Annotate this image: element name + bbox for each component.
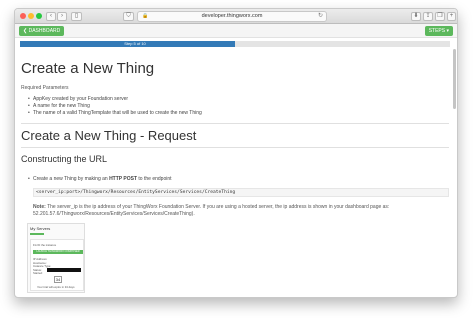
constructing-url-heading: Constructing the URL bbox=[21, 154, 108, 164]
new-tab-icon[interactable]: + bbox=[447, 12, 456, 21]
note-label: Note: bbox=[33, 204, 46, 210]
required-parameters-label: Required Parameters bbox=[21, 85, 69, 91]
share-icon[interactable]: ⇪ bbox=[423, 12, 433, 21]
step-progress-bar: Step 5 of 10 bbox=[20, 41, 450, 47]
list-item: The name of a valid ThingTemplate that w… bbox=[25, 110, 202, 117]
sidebar-icon[interactable]: ▯ bbox=[71, 12, 82, 21]
browser-window: ‹ › ▯ ⛉ 🔒 developer.thingworx.com ↻ ⬇ ⇪ … bbox=[14, 8, 458, 298]
downloads-icon[interactable]: ⬇ bbox=[411, 12, 421, 21]
screenshot-detail: Started: bbox=[33, 271, 43, 275]
section-divider bbox=[21, 123, 449, 124]
screenshot-title: My Servers bbox=[30, 226, 51, 231]
lock-icon: 🔒 bbox=[142, 13, 149, 19]
list-item: A name for the new Thing bbox=[25, 103, 202, 110]
page-title: Create a New Thing bbox=[21, 60, 155, 77]
back-icon[interactable]: ‹ bbox=[46, 12, 56, 21]
screenshot-card-line: Fix ID the instance bbox=[33, 243, 57, 247]
steps-dropdown-button[interactable]: STEPS ▾ bbox=[424, 26, 453, 36]
screenshot-server-card: Fix ID the instance LAUNCH THINGWORX COM… bbox=[30, 239, 84, 291]
screenshot-launch-button: LAUNCH THINGWORX COMPOSER bbox=[33, 250, 83, 254]
address-bar[interactable]: 🔒 developer.thingworx.com ↻ bbox=[137, 11, 327, 22]
http-post-label: HTTP POST bbox=[109, 176, 138, 182]
top-navbar: ❮ DASHBOARD STEPS ▾ bbox=[15, 24, 457, 38]
tabs-icon[interactable]: ❐ bbox=[435, 12, 445, 21]
close-window-button[interactable] bbox=[20, 13, 26, 19]
step-progress-label: Step 5 of 10 bbox=[124, 41, 146, 46]
screenshot-footer: Your trial will expire in 34 days bbox=[37, 285, 75, 289]
page-scrollbar[interactable] bbox=[453, 49, 456, 109]
screenshot-redaction bbox=[47, 268, 81, 272]
forward-icon[interactable]: › bbox=[57, 12, 67, 21]
list-item: AppKey created by your Foundation server bbox=[25, 96, 202, 103]
browser-titlebar: ‹ › ▯ ⛉ 🔒 developer.thingworx.com ↻ ⬇ ⇪ … bbox=[15, 9, 457, 24]
shield-icon[interactable]: ⛉ bbox=[123, 12, 134, 21]
endpoint-code-block: <server_ip:port>/Thingworx/Resources/Ent… bbox=[33, 188, 449, 197]
minimize-window-button[interactable] bbox=[28, 13, 34, 19]
request-section-title: Create a New Thing - Request bbox=[21, 128, 197, 143]
address-url: developer.thingworx.com bbox=[201, 13, 263, 19]
list-item: Create a new Thing by making an HTTP POS… bbox=[25, 176, 449, 183]
required-parameters-list: AppKey created by your Foundation server… bbox=[25, 96, 202, 117]
server-ip-note: Note: The server_ip is the ip address of… bbox=[33, 204, 449, 218]
screenshot-accent-bar bbox=[30, 233, 44, 235]
note-line-2: 52.201.57.6/Thingworx/Resources/EntitySe… bbox=[33, 211, 195, 217]
dashboard-screenshot: My Servers Fix ID the instance LAUNCH TH… bbox=[27, 223, 85, 293]
screenshot-days-count: 34 bbox=[54, 276, 62, 283]
maximize-window-button[interactable] bbox=[36, 13, 42, 19]
note-line-1: The server_ip is the ip address of your … bbox=[45, 204, 390, 210]
endpoint-text-suffix: to the endpoint bbox=[137, 176, 172, 182]
section-divider bbox=[21, 147, 449, 148]
reload-icon[interactable]: ↻ bbox=[318, 12, 323, 21]
endpoint-text-prefix: Create a new Thing by making an bbox=[33, 176, 110, 182]
dashboard-button[interactable]: ❮ DASHBOARD bbox=[19, 26, 65, 36]
endpoint-list: Create a new Thing by making an HTTP POS… bbox=[25, 176, 449, 183]
